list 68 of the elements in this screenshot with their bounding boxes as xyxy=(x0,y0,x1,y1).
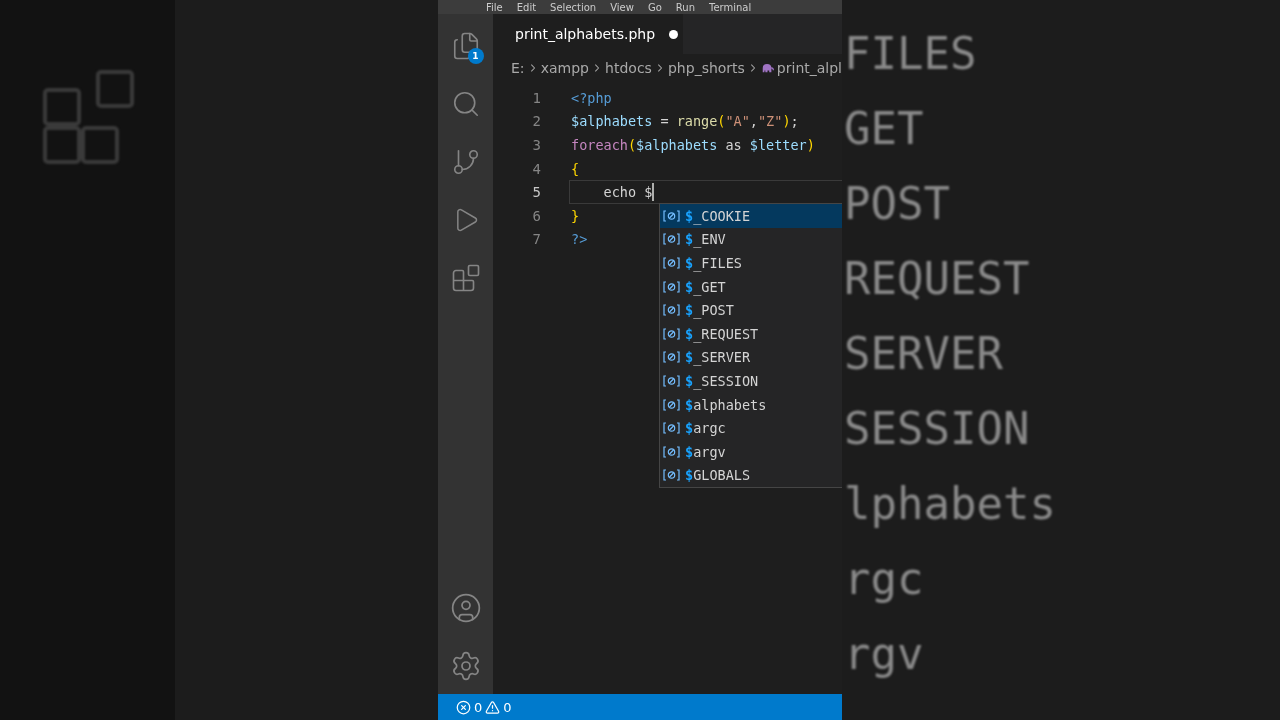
code-line: ?> xyxy=(571,231,588,248)
menu-item[interactable]: Edit xyxy=(516,1,537,13)
code-line: } xyxy=(571,207,580,224)
variable-icon xyxy=(663,445,680,458)
blurred-text: SESSION xyxy=(843,403,1031,455)
line-number: 7 xyxy=(531,231,542,248)
suggestion-item[interactable]: $alphabets xyxy=(660,392,842,417)
warning-count[interactable]: 0 xyxy=(503,699,512,715)
editor-tab[interactable]: print_alphabets.php xyxy=(493,14,683,54)
variable-icon xyxy=(663,209,680,222)
variable-icon xyxy=(663,469,680,482)
line-number: 2 xyxy=(531,113,542,130)
breadcrumb-item[interactable]: htdocs xyxy=(605,60,652,76)
elephant-icon xyxy=(761,62,775,74)
variable-icon xyxy=(663,280,680,293)
variable-icon xyxy=(663,374,680,387)
suggestion-item[interactable]: $_POST xyxy=(660,298,842,322)
code-line: echo $ xyxy=(602,184,653,201)
menu-item[interactable]: View xyxy=(610,1,634,13)
breadcrumb-item[interactable]: E: xyxy=(511,60,525,76)
code-line: { xyxy=(571,160,580,177)
menu-item[interactable]: Go xyxy=(647,1,662,13)
variable-icon xyxy=(663,422,680,435)
suggestion-item[interactable]: $_GET xyxy=(660,274,842,299)
variable-icon xyxy=(663,327,680,340)
suggestion-item[interactable]: $GLOBALS xyxy=(660,463,842,488)
variable-icon xyxy=(663,351,680,364)
line-number: 4 xyxy=(531,160,542,177)
variable-icon xyxy=(663,257,680,269)
code-line: <?php xyxy=(571,89,612,106)
suggestion-item[interactable]: $_REQUEST xyxy=(660,321,842,346)
tab-title: print_alphabets.php xyxy=(515,26,656,42)
menu-item[interactable]: Terminal xyxy=(709,1,752,13)
blurred-text: SERVER xyxy=(843,328,1004,380)
suggestion-item[interactable]: $_SERVER xyxy=(660,345,842,370)
blurred-text: REQUEST xyxy=(843,253,1031,305)
breadcrumb-item[interactable]: print_alpl xyxy=(776,60,842,76)
text-cursor xyxy=(652,183,655,202)
line-number: 5 xyxy=(531,184,542,201)
variable-icon xyxy=(663,233,680,246)
blurred-text: FILES xyxy=(843,28,978,80)
line-number: 3 xyxy=(531,137,542,153)
breadcrumb-item[interactable]: xampp xyxy=(540,60,589,76)
menu-item[interactable]: Selection xyxy=(550,1,597,13)
code-line: $alphabets = range("A","Z"); xyxy=(571,113,799,130)
error-count[interactable]: 0 xyxy=(474,699,483,715)
blurred-text: rgv xyxy=(843,628,925,680)
suggestion-item[interactable]: $argv xyxy=(660,439,842,464)
blurred-text: POST xyxy=(843,178,951,230)
suggestion-item[interactable]: $_SESSION xyxy=(660,369,842,393)
warning-icon[interactable] xyxy=(485,699,501,715)
line-number: 1 xyxy=(531,89,542,106)
menu-item[interactable]: Run xyxy=(675,1,695,13)
suggestion-item[interactable]: $_FILES xyxy=(660,251,842,275)
suggestion-item[interactable]: $argc xyxy=(660,416,842,440)
blurred-text: rgc xyxy=(843,553,925,605)
suggestion-item[interactable]: $_ENV xyxy=(660,227,842,252)
notification-badge: 1 xyxy=(467,48,484,64)
breadcrumb-item[interactable]: php_shorts xyxy=(668,60,745,76)
error-icon[interactable] xyxy=(456,699,471,715)
variable-icon xyxy=(663,304,680,317)
suggestion-item[interactable]: $_COOKIE xyxy=(660,204,842,228)
menu-item[interactable]: File xyxy=(486,1,503,13)
code-line: foreach($alphabets as $letter) xyxy=(571,137,815,153)
blurred-text: GET xyxy=(843,103,925,155)
blurred-text: lphabets xyxy=(843,478,1057,530)
variable-icon xyxy=(663,398,680,411)
line-number: 6 xyxy=(531,207,542,224)
